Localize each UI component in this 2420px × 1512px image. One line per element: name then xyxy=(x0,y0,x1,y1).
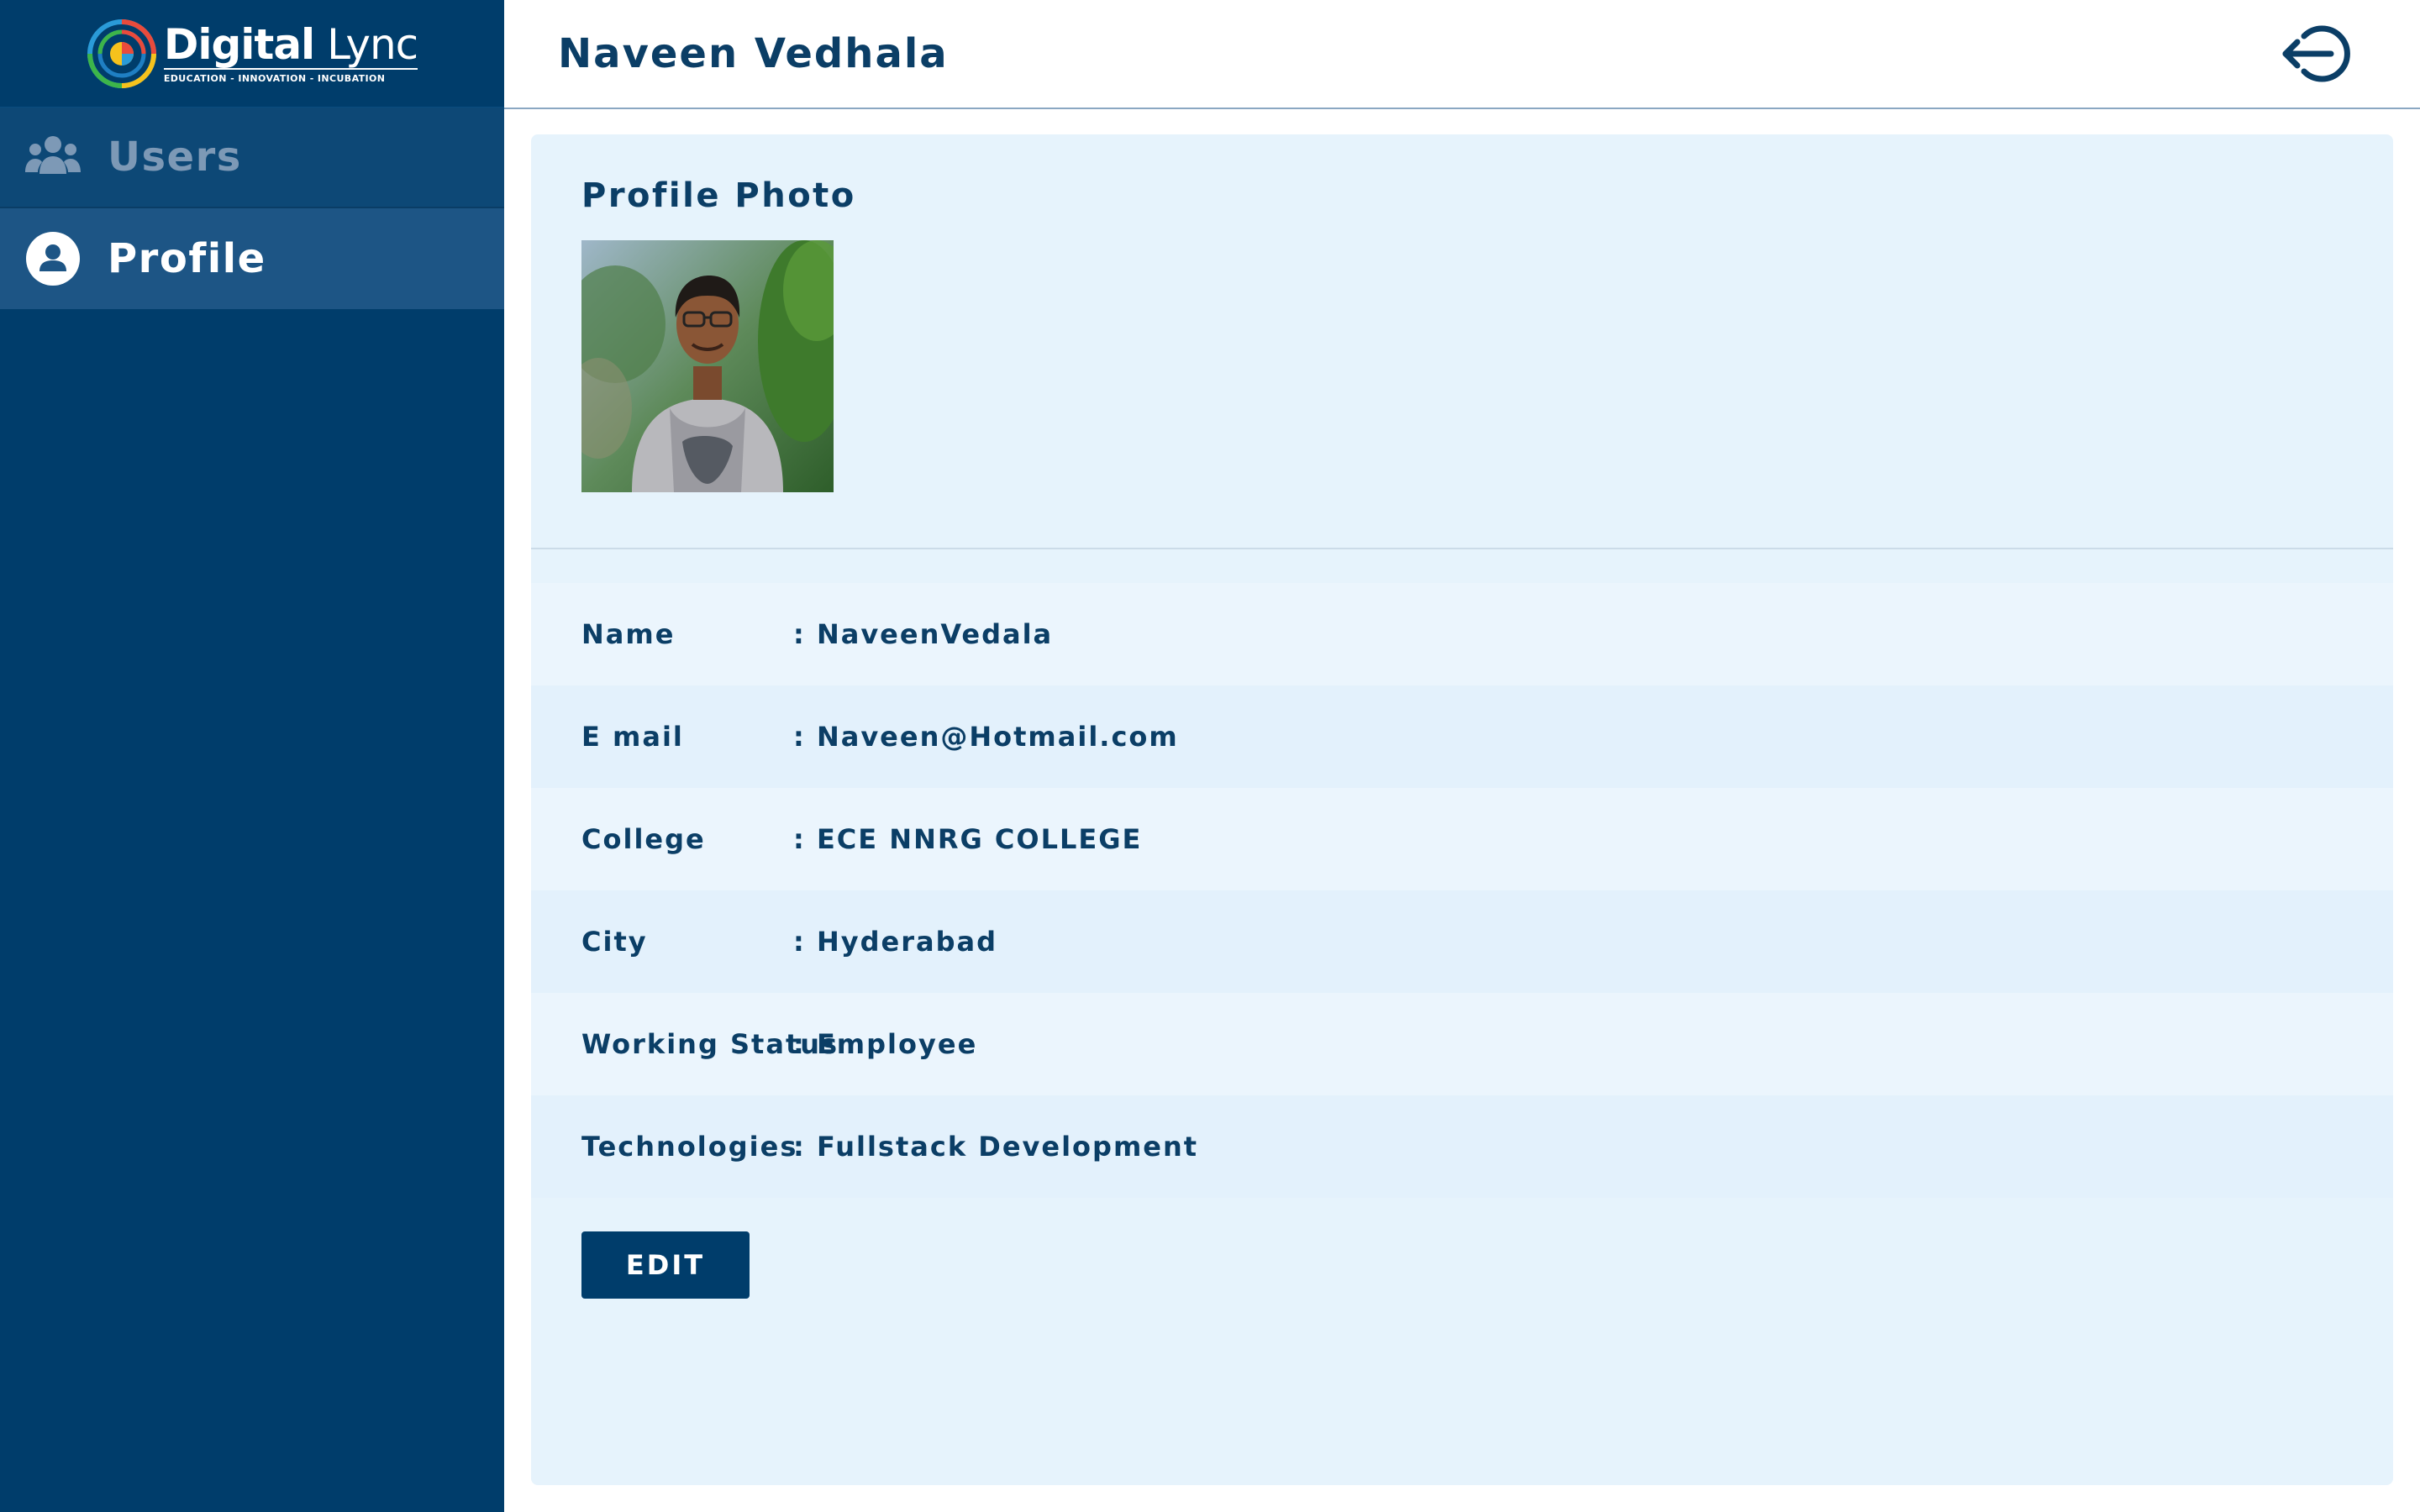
user-circle-icon xyxy=(25,231,81,286)
page-title: Naveen Vedhala xyxy=(558,30,949,77)
detail-label: Name xyxy=(581,618,676,650)
sidebar: Digital Lync EDUCATION - INNOVATION - IN… xyxy=(0,0,504,1512)
logo-name-light: Lync xyxy=(314,20,418,69)
logout-icon[interactable] xyxy=(2279,24,2354,83)
profile-photo-section: Profile Photo xyxy=(531,134,2393,549)
sidebar-item-users[interactable]: Users xyxy=(0,108,504,208)
profile-details: Name : NaveenVedala E mail : Naveen@Hotm… xyxy=(531,583,2393,1198)
logo-wordmark: Digital Lync EDUCATION - INNOVATION - IN… xyxy=(163,23,418,84)
detail-label: City xyxy=(581,926,648,958)
detail-label: E mail xyxy=(581,721,684,753)
detail-row-city: City : Hyderabad xyxy=(531,890,2393,993)
sidebar-item-label: Users xyxy=(108,134,242,181)
detail-value: : Hyderabad xyxy=(793,926,997,958)
detail-label: Working Status xyxy=(581,1028,839,1060)
logo-tagline: EDUCATION - INNOVATION - INCUBATION xyxy=(163,68,418,84)
detail-value: : ECE NNRG COLLEGE xyxy=(793,823,1143,855)
detail-row-working-status: Working Status : Employee xyxy=(531,993,2393,1095)
detail-row-college: College : ECE NNRG COLLEGE xyxy=(531,788,2393,890)
detail-value: : Employee xyxy=(793,1028,978,1060)
detail-row-technologies: Technologies : Fullstack Development xyxy=(531,1095,2393,1198)
detail-row-name: Name : NaveenVedala xyxy=(531,583,2393,685)
digital-lync-logo-icon xyxy=(87,18,156,88)
profile-card: Profile Photo Name: NaveenVedala E mail… xyxy=(531,134,2393,1485)
detail-label: College xyxy=(581,823,706,855)
detail-value: : Fullstack Development xyxy=(793,1131,1199,1163)
users-group-icon xyxy=(25,129,81,185)
logo-name: Digital Lync xyxy=(164,23,418,66)
sidebar-item-label: Profile xyxy=(108,235,266,282)
logo[interactable]: Digital Lync EDUCATION - INNOVATION - IN… xyxy=(0,0,504,108)
top-header: Naveen Vedhala xyxy=(504,0,2420,109)
detail-value: : NaveenVedala xyxy=(793,618,1054,650)
detail-label: Technologies xyxy=(581,1131,798,1163)
edit-button[interactable]: EDIT xyxy=(581,1231,750,1299)
sidebar-item-profile[interactable]: Profile xyxy=(0,208,504,309)
logo-name-bold: Digital xyxy=(163,20,315,69)
profile-photo-title: Profile Photo xyxy=(581,176,856,215)
detail-row-email: E mail : Naveen@Hotmail.com xyxy=(531,685,2393,788)
detail-value: : Naveen@Hotmail.com xyxy=(793,721,1179,753)
profile-photo xyxy=(581,240,834,492)
